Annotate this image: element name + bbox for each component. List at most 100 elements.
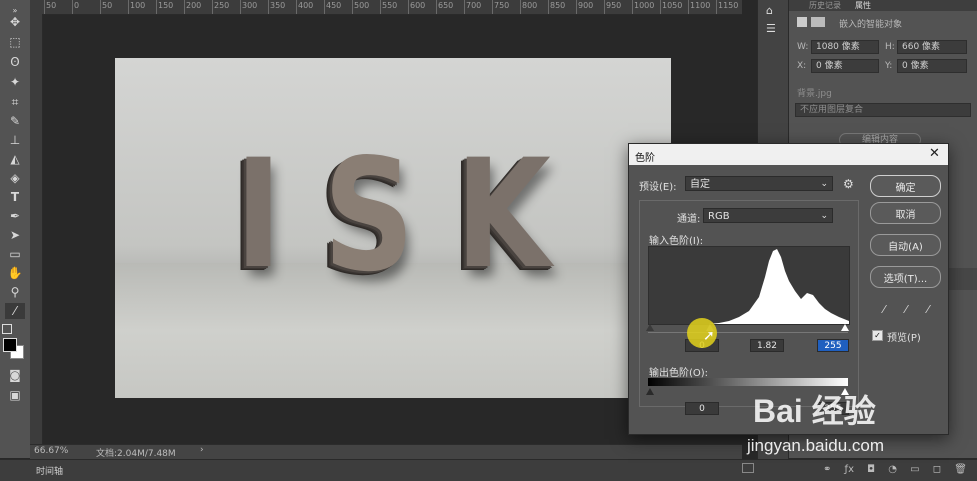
- screen-mode-icon[interactable]: ▣: [5, 387, 25, 403]
- x-field[interactable]: 0 像素: [811, 59, 879, 73]
- lasso-tool-icon[interactable]: ʘ: [5, 54, 25, 70]
- eyedropper-tool-icon[interactable]: ⁄: [5, 303, 25, 319]
- ruler-tick: [212, 0, 213, 14]
- ruler-tick-label: 800: [522, 1, 538, 10]
- panel-minimize-icon[interactable]: [742, 463, 754, 473]
- ruler-tick-label: 450: [326, 1, 342, 10]
- channel-select[interactable]: RGB ⌄: [703, 208, 833, 223]
- ruler-tick-label: 0: [74, 1, 80, 10]
- histogram-graph: [649, 249, 849, 324]
- letter-k: K: [455, 128, 551, 302]
- input-levels-label: 输入色阶(I):: [649, 236, 704, 247]
- input-white-field[interactable]: 255: [817, 339, 849, 352]
- channel-label: 通道:: [677, 214, 701, 225]
- height-field[interactable]: 660 像素: [897, 40, 967, 54]
- history-panel-icon[interactable]: ⌂: [766, 4, 780, 17]
- marquee-tool-icon[interactable]: ⬚: [5, 34, 25, 50]
- ruler-tick: [632, 0, 633, 14]
- source-file: 背景.jpg: [797, 89, 832, 99]
- zoom-tool-icon[interactable]: ⚲: [5, 284, 25, 300]
- properties-tabbar: 历史记录 属性: [789, 0, 977, 11]
- ruler-tick: [492, 0, 493, 14]
- properties-panel-icon[interactable]: ☰: [766, 22, 776, 35]
- quick-mask-icon[interactable]: ◙: [5, 367, 25, 383]
- ruler-tick: [100, 0, 101, 14]
- white-eyedropper-icon[interactable]: ⁄: [921, 302, 935, 316]
- tab-properties[interactable]: 属性: [855, 0, 871, 11]
- gear-icon[interactable]: ⚙: [843, 177, 854, 191]
- output-black-slider[interactable]: [646, 388, 654, 395]
- timeline-tab[interactable]: 时间轴: [36, 464, 63, 477]
- input-white-slider[interactable]: [841, 324, 849, 331]
- ruler-tick-label: 850: [550, 1, 566, 10]
- mask-icon: [811, 17, 825, 27]
- type-tool-icon[interactable]: T: [5, 189, 25, 205]
- ruler-tick: [380, 0, 381, 14]
- foreground-color-swatch[interactable]: [3, 338, 17, 352]
- ok-button[interactable]: 确定: [870, 175, 941, 197]
- status-menu-arrow-icon[interactable]: ›: [200, 445, 204, 455]
- document-size: 文档:2.04M/7.48M: [96, 449, 176, 459]
- path-select-icon[interactable]: ➤: [5, 227, 25, 243]
- watermark-url: jingyan.baidu.com: [747, 436, 885, 455]
- layer-comp-select[interactable]: 不应用图层复合: [795, 103, 971, 117]
- magic-wand-icon[interactable]: ✦: [5, 74, 25, 90]
- auto-button[interactable]: 自动(A): [870, 234, 941, 256]
- preview-checkbox[interactable]: ✓: [872, 330, 883, 341]
- dialog-titlebar[interactable]: 色阶 ✕: [629, 144, 948, 165]
- move-tool-icon[interactable]: ✥: [5, 14, 25, 30]
- height-label: H:: [885, 42, 895, 52]
- zoom-level[interactable]: 66.67%: [34, 446, 68, 456]
- channel-value: RGB: [708, 211, 730, 222]
- crop-tool-icon[interactable]: ⌗: [5, 94, 25, 110]
- shape-tool-icon[interactable]: ▭: [5, 246, 25, 262]
- close-icon[interactable]: ✕: [929, 146, 940, 161]
- input-gamma-field[interactable]: 1.82: [750, 339, 784, 352]
- tab-history[interactable]: 历史记录: [809, 0, 841, 11]
- ruler-tick-label: 500: [354, 1, 370, 10]
- preset-value: 自定: [690, 179, 710, 190]
- pen-tool-icon[interactable]: ✒: [5, 208, 25, 224]
- brush-tool-icon[interactable]: ✎: [5, 113, 25, 129]
- ruler-tick: [44, 0, 45, 14]
- ruler-tick: [520, 0, 521, 14]
- ruler-tick-label: 750: [494, 1, 510, 10]
- ruler-tick-label: 50: [46, 1, 57, 10]
- ruler-tick-label: 700: [466, 1, 482, 10]
- properties-title: 嵌入的智能对象: [839, 20, 903, 30]
- width-field[interactable]: 1080 像素: [811, 40, 879, 54]
- input-black-slider[interactable]: [646, 324, 654, 331]
- ruler-tick-label: 100: [130, 1, 146, 10]
- ruler-tick: [324, 0, 325, 14]
- cancel-button[interactable]: 取消: [870, 202, 941, 224]
- bucket-tool-icon[interactable]: ◈: [5, 170, 25, 186]
- ruler-tick: [352, 0, 353, 14]
- preset-label: 预设(E):: [639, 182, 677, 193]
- histogram: [648, 246, 850, 325]
- ruler-tick-label: 350: [270, 1, 286, 10]
- gray-eyedropper-icon[interactable]: ⁄: [899, 302, 913, 316]
- y-field[interactable]: 0 像素: [897, 59, 967, 73]
- ruler-tick: [576, 0, 577, 14]
- ruler-tick-label: 950: [606, 1, 622, 10]
- ruler-tick-label: 600: [410, 1, 426, 10]
- ruler-tick-label: 50: [102, 1, 113, 10]
- preset-select[interactable]: 自定 ⌄: [685, 176, 833, 191]
- ruler-tick-label: 400: [298, 1, 314, 10]
- default-colors-icon[interactable]: [2, 324, 12, 334]
- ruler-tick-label: 150: [158, 1, 174, 10]
- ruler-tick: [688, 0, 689, 14]
- options-button[interactable]: 选项(T)...: [870, 266, 941, 288]
- stamp-tool-icon[interactable]: ⊥: [5, 132, 25, 148]
- ruler-tick-label: 550: [382, 1, 398, 10]
- black-eyedropper-icon[interactable]: ⁄: [877, 302, 891, 316]
- layers-footer-icons[interactable]: ⚭ ƒx ◘ ◔ ▭ ◻ 🗑: [823, 464, 967, 475]
- canvas-image[interactable]: I S K: [115, 58, 671, 398]
- ruler-tick: [240, 0, 241, 14]
- ruler-tick: [268, 0, 269, 14]
- output-black-field[interactable]: 0: [685, 402, 719, 415]
- eraser-tool-icon[interactable]: ◭: [5, 151, 25, 167]
- hand-tool-icon[interactable]: ✋: [5, 265, 25, 281]
- mouse-pointer-icon: ➚: [703, 328, 715, 344]
- ruler-tick: [660, 0, 661, 14]
